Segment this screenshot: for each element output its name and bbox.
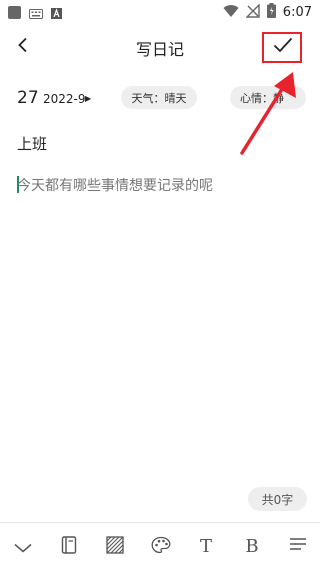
weather-label: 天气：晴天 bbox=[131, 91, 187, 105]
status-right-icons: 6:07 bbox=[223, 3, 312, 22]
app-header: 写日记 bbox=[0, 24, 320, 70]
weather-selector[interactable]: 天气：晴天 bbox=[121, 86, 197, 109]
diary-title-field[interactable]: 上班 bbox=[17, 133, 47, 154]
bold-icon: B bbox=[245, 536, 259, 557]
keyboard-icon bbox=[29, 4, 43, 23]
diary-body-field[interactable]: 今天都有哪些事情想要记录的呢 bbox=[17, 175, 213, 195]
status-left-icons bbox=[8, 4, 62, 23]
texture-icon bbox=[106, 536, 124, 558]
collapse-keyboard-button[interactable] bbox=[11, 535, 35, 559]
status-bar: 6:07 bbox=[0, 0, 320, 24]
mood-value: 静 bbox=[273, 91, 284, 105]
notebook-button[interactable] bbox=[57, 535, 81, 559]
collapse-icon bbox=[14, 538, 32, 557]
date-year-month[interactable]: 2022-9 bbox=[43, 92, 86, 106]
palette-icon bbox=[151, 536, 171, 558]
no-signal-icon bbox=[245, 3, 260, 22]
alignment-button[interactable] bbox=[286, 535, 310, 559]
background-texture-button[interactable] bbox=[103, 535, 127, 559]
bold-button[interactable]: B bbox=[240, 535, 264, 559]
date-day[interactable]: 27 bbox=[17, 88, 39, 108]
checkmark-icon bbox=[273, 37, 293, 57]
entry-info-row: 27 2022-9 ▶ 天气：晴天 心情：静 bbox=[0, 84, 320, 112]
word-count-badge: 共0字 bbox=[248, 487, 307, 511]
color-palette-button[interactable] bbox=[149, 535, 173, 559]
status-time: 6:07 bbox=[282, 5, 312, 20]
notebook-icon bbox=[61, 536, 77, 558]
a-icon bbox=[51, 4, 62, 23]
mood-label: 心情： bbox=[240, 91, 273, 105]
text-style-button[interactable]: T bbox=[194, 535, 218, 559]
editor-toolbar: T B bbox=[0, 523, 320, 570]
app-square-icon bbox=[8, 4, 21, 23]
battery-icon bbox=[266, 3, 276, 22]
mood-selector[interactable]: 心情：静 bbox=[230, 86, 306, 109]
save-confirm-button[interactable] bbox=[265, 34, 301, 60]
wifi-icon bbox=[223, 3, 239, 22]
align-icon bbox=[289, 537, 307, 557]
text-style-icon: T bbox=[199, 536, 212, 557]
caret-right-icon[interactable]: ▶ bbox=[85, 94, 91, 103]
